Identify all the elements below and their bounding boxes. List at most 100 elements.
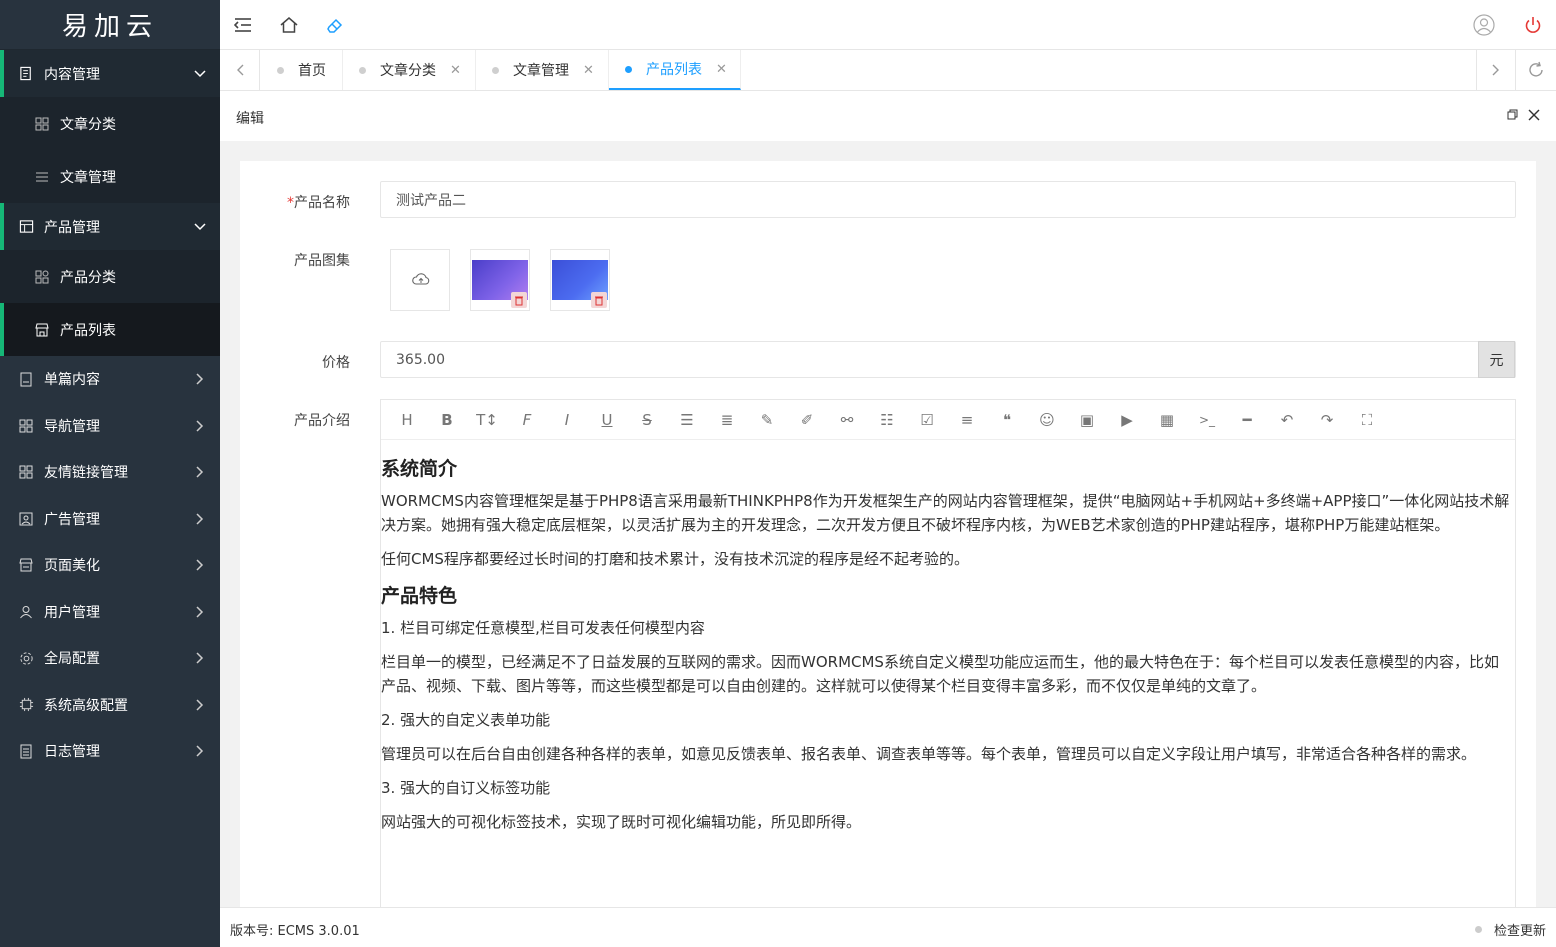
tab-product-list[interactable]: 产品列表 ✕ — [609, 50, 741, 90]
sidebar-item-article-manage[interactable]: 文章管理 — [0, 150, 220, 203]
line-height-icon[interactable]: ≣ — [707, 400, 747, 440]
font-size-icon[interactable]: T↕ — [467, 400, 507, 440]
close-icon[interactable]: ✕ — [583, 63, 594, 78]
table-icon[interactable]: ▦ — [1147, 400, 1187, 440]
sidebar-item-label: 日志管理 — [44, 744, 100, 761]
chevron-right-icon — [194, 652, 206, 664]
status-dot — [1474, 926, 1482, 933]
close-icon[interactable]: ✕ — [716, 62, 727, 77]
rich-text-editor[interactable]: H B T↕ F I U S ☰ ≣ ✎ ✐ ⚯ ☷ ☑ ≡ ❝ ☺ ▣ ▶ ▦… — [380, 399, 1516, 907]
sidebar-item-friend-links[interactable]: 友情链接管理 — [0, 449, 220, 496]
bullet-list-icon[interactable]: ☷ — [867, 400, 907, 440]
emoji-icon[interactable]: ☺ — [1027, 400, 1067, 440]
sidebar-item-global-config[interactable]: 全局配置 — [0, 635, 220, 682]
sidebar-item-advanced-config[interactable]: 系统高级配置 — [0, 682, 220, 729]
redo-icon[interactable]: ↷ — [1307, 400, 1347, 440]
chevron-right-icon — [194, 373, 206, 385]
power-icon[interactable] — [1521, 13, 1545, 37]
video-icon[interactable]: ▶ — [1107, 400, 1147, 440]
tab-label: 文章管理 — [513, 63, 569, 79]
avatar-icon[interactable] — [1472, 13, 1496, 37]
underline-icon[interactable]: U — [587, 400, 627, 440]
sidebar-item-navigation[interactable]: 导航管理 — [0, 403, 220, 450]
content-icon — [18, 66, 34, 82]
home-icon[interactable] — [277, 13, 301, 37]
content-paragraph: WORMCMS内容管理框架是基于PHP8语言采用最新THINKPHP8作为开发框… — [381, 492, 1510, 534]
chevron-right-icon — [194, 466, 206, 478]
menu-collapse-icon[interactable] — [231, 13, 255, 37]
eraser-icon[interactable] — [323, 13, 347, 37]
price-input[interactable]: 365.00 元 — [380, 341, 1516, 378]
sidebar-item-single-page[interactable]: 单篇内容 — [0, 356, 220, 403]
chevron-down-icon — [194, 221, 206, 233]
tabs-next-button[interactable] — [1476, 50, 1516, 90]
trash-icon[interactable] — [511, 292, 527, 308]
undo-icon[interactable]: ↶ — [1267, 400, 1307, 440]
tabs-prev-button[interactable] — [220, 50, 260, 90]
product-intro-label: 产品介绍 — [294, 413, 350, 429]
product-name-input[interactable]: 测试产品二 — [380, 181, 1516, 218]
required-mark: * — [287, 195, 294, 211]
tab-dot — [625, 65, 632, 73]
sidebar-item-ads[interactable]: 广告管理 — [0, 496, 220, 543]
close-icon[interactable]: ✕ — [450, 63, 461, 78]
sidebar-item-users[interactable]: 用户管理 — [0, 589, 220, 636]
gallery-image[interactable] — [470, 249, 530, 311]
heading-icon[interactable]: H — [387, 400, 427, 440]
align-icon[interactable]: ≡ — [947, 400, 987, 440]
product-gallery-label: 产品图集 — [294, 253, 350, 269]
sidebar-nav: 内容管理 文章分类 文章管理 产品管理 产品分类 产品列表 单篇内容 导航管理 … — [0, 50, 220, 775]
sidebar-item-logs[interactable]: 日志管理 — [0, 728, 220, 775]
version-text: 版本号: ECMS 3.0.01 — [230, 924, 360, 939]
tab-article-category[interactable]: 文章分类 ✕ — [343, 50, 476, 90]
price-value: 365.00 — [396, 351, 445, 368]
store-icon — [18, 557, 34, 573]
pen-icon[interactable]: ✎ — [747, 400, 787, 440]
top-header — [220, 0, 1556, 50]
check-update-link[interactable]: 检查更新 — [1474, 920, 1546, 939]
fullscreen-icon[interactable]: ⛶ — [1347, 400, 1387, 440]
bold-icon[interactable]: B — [427, 400, 467, 440]
content-paragraph: 任何CMS程序都要经过长时间的打磨和技术累计，没有技术沉淀的程序是经不起考验的。 — [381, 550, 969, 568]
sidebar-item-label: 页面美化 — [44, 558, 100, 575]
upload-button[interactable] — [390, 249, 450, 311]
panel-title: 编辑 — [236, 111, 264, 127]
user-icon — [18, 604, 34, 620]
sidebar-item-article-category[interactable]: 文章分类 — [0, 97, 220, 150]
tab-label: 产品列表 — [646, 62, 702, 78]
image-icon[interactable]: ▣ — [1067, 400, 1107, 440]
sidebar-item-label: 广告管理 — [44, 511, 100, 528]
tab-home[interactable]: 首页 — [261, 50, 343, 90]
checkbox-icon[interactable]: ☑ — [907, 400, 947, 440]
code-icon[interactable]: >_ — [1187, 400, 1227, 440]
gallery-image[interactable] — [550, 249, 610, 311]
tab-article-manage[interactable]: 文章管理 ✕ — [476, 50, 609, 90]
sidebar-item-product-list[interactable]: 产品列表 — [0, 303, 220, 356]
sidebar-item-content[interactable]: 内容管理 — [0, 50, 220, 97]
strikethrough-icon[interactable]: S — [627, 400, 667, 440]
sidebar-item-product-category[interactable]: 产品分类 — [0, 250, 220, 303]
brush-icon[interactable]: ✐ — [787, 400, 827, 440]
editor-content[interactable]: 系统简介 WORMCMS内容管理框架是基于PHP8语言采用最新THINKPHP8… — [381, 440, 1515, 834]
trash-icon[interactable] — [591, 292, 607, 308]
font-family-icon[interactable]: F — [507, 400, 547, 440]
price-suffix: 元 — [1478, 341, 1515, 378]
indent-icon[interactable]: ☰ — [667, 400, 707, 440]
quote-icon[interactable]: ❝ — [987, 400, 1027, 440]
tab-dot — [359, 66, 366, 74]
italic-icon[interactable]: I — [547, 400, 587, 440]
check-update-label: 检查更新 — [1493, 924, 1546, 939]
label-text: 产品名称 — [294, 195, 350, 211]
sidebar-item-product[interactable]: 产品管理 — [0, 203, 220, 250]
panel-header: 编辑 — [220, 91, 1556, 141]
horizontal-rule-icon[interactable]: ━ — [1227, 400, 1267, 440]
restore-icon[interactable] — [1507, 108, 1518, 124]
refresh-button[interactable] — [1516, 50, 1556, 90]
link-icon[interactable]: ⚯ — [827, 400, 867, 440]
sidebar: 易加云 内容管理 文章分类 文章管理 产品管理 产品分类 产品列表 单篇内容 导… — [0, 0, 220, 947]
chevron-right-icon — [194, 745, 206, 757]
sidebar-item-page-beautify[interactable]: 页面美化 — [0, 542, 220, 589]
content-paragraph: 管理员可以在后台自由创建各种各样的表单，如意见反馈表单、报名表单、调查表单等等。… — [381, 745, 1477, 763]
close-icon[interactable] — [1528, 109, 1540, 125]
chevron-right-icon — [194, 606, 206, 618]
